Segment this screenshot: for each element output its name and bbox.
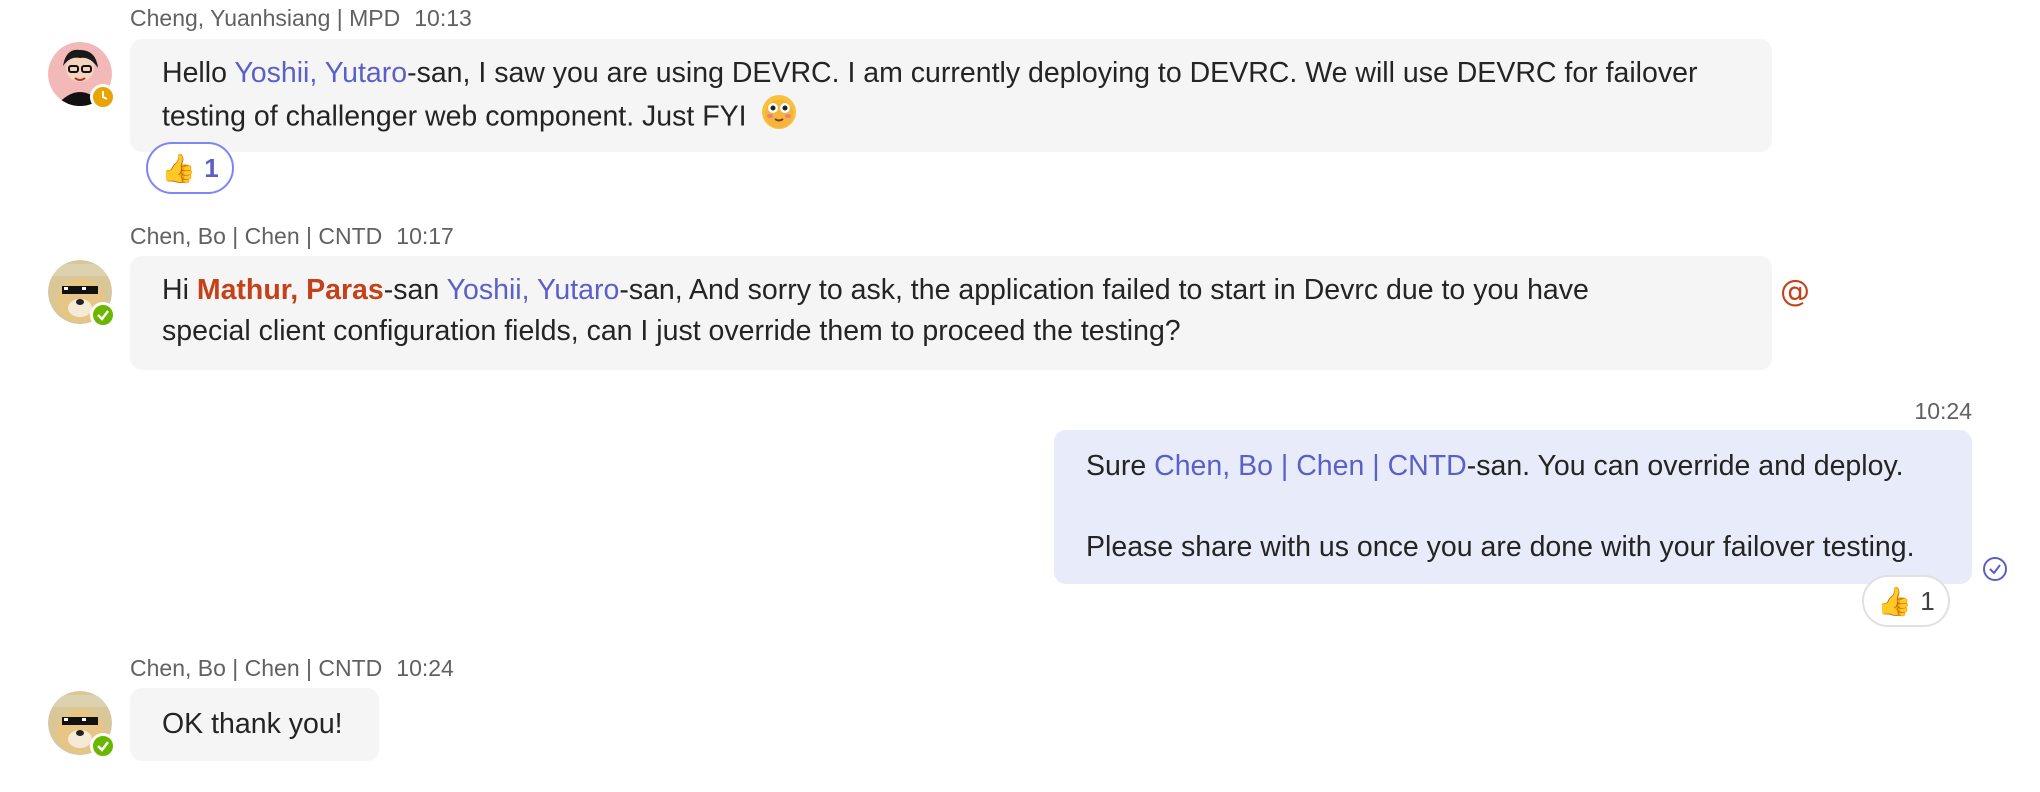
away-status-icon [90,84,116,110]
message-text: Sure [1086,450,1155,482]
message-bubble[interactable]: Hello Yoshii, Yutaro-san, I saw you are … [130,39,1772,152]
message-text: OK thank you! [162,708,343,740]
message-time: 10:17 [396,223,454,249]
mention-indicator-icon: @ [1780,274,1810,309]
message-header: Chen, Bo | Chen | CNTD 10:17 [130,223,454,250]
message-text: -san, I saw you are using DEVRC. I am cu… [407,57,1698,89]
available-status-icon [90,733,116,759]
thumbs-up-icon: 👍 [1877,584,1913,618]
message-text: Please share with us once you are done w… [1086,531,1915,563]
read-receipt-icon [1982,556,2008,587]
sender-name: Chen, Bo | Chen | CNTD [130,223,383,249]
mention[interactable]: Yoshii, Yutaro [447,274,620,306]
message-time: 10:24 [396,655,454,681]
reaction-pill[interactable]: 👍 1 [146,142,234,194]
message-bubble[interactable]: OK thank you! [130,688,379,761]
message-line: special client configuration fields, can… [162,311,1740,352]
mention[interactable]: Chen, Bo | Chen | CNTD [1154,450,1467,482]
avatar[interactable] [48,260,116,328]
sender-name: Cheng, Yuanhsiang | MPD [130,5,401,31]
message-text: special client configuration fields, can… [162,315,1181,347]
thumbs-up-icon: 👍 [161,151,197,185]
message-text: -san. You can override and deploy. [1466,450,1904,482]
sender-name: Chen, Bo | Chen | CNTD [130,655,383,681]
avatar[interactable] [48,42,116,110]
mention-me[interactable]: Mathur, Paras [197,274,384,306]
message-line: testing of challenger web component. Jus… [162,94,1740,142]
message-text: Hello [162,57,235,89]
reaction-count: 1 [1920,585,1935,616]
message-time: 10:24 [1914,398,1972,424]
message-time: 10:13 [414,5,472,31]
message-bubble[interactable]: Sure Chen, Bo | Chen | CNTD-san. You can… [1054,430,1972,584]
smiley-face-emoji-icon [761,94,797,142]
message-text: testing of challenger web component. Jus… [162,100,747,133]
message-text: -san [383,274,447,306]
message-header: Chen, Bo | Chen | CNTD 10:24 [130,655,454,682]
available-status-icon [90,302,116,328]
message-text: -san, And sorry to ask, the application … [619,274,1589,306]
avatar[interactable] [48,691,116,759]
message-line: Sure Chen, Bo | Chen | CNTD-san. You can… [1086,446,1940,487]
reaction-pill[interactable]: 👍 1 [1862,575,1950,627]
message-line: Hello Yoshii, Yutaro-san, I saw you are … [162,53,1740,94]
message-line: Hi Mathur, Paras-san Yoshii, Yutaro-san,… [162,270,1740,311]
reaction-count: 1 [204,152,219,183]
message-line: Please share with us once you are done w… [1086,527,1940,568]
message-text: Hi [162,274,197,306]
mention[interactable]: Yoshii, Yutaro [234,57,407,89]
message-header: Cheng, Yuanhsiang | MPD 10:13 [130,5,472,32]
message-bubble[interactable]: Hi Mathur, Paras-san Yoshii, Yutaro-san,… [130,256,1772,370]
